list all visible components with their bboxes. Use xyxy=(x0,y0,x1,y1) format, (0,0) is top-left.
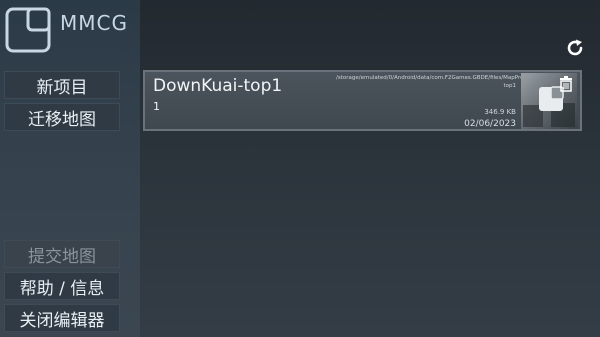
app-title: MMCG xyxy=(60,11,128,35)
map-card[interactable]: DownKuai-top1 1 /storage/emulated/0/Andr… xyxy=(143,70,582,131)
submit-map-button[interactable]: 提交地图 xyxy=(4,240,120,268)
map-description: 1 xyxy=(153,100,160,113)
delete-map-button[interactable] xyxy=(559,76,573,92)
app-logo-icon xyxy=(4,6,52,54)
map-path: /storage/emulated/0/Android/data/com.F2G… xyxy=(336,75,568,89)
map-date: 02/06/2023 xyxy=(464,119,516,129)
map-name: DownKuai-top1 xyxy=(153,76,283,96)
refresh-button[interactable] xyxy=(562,35,588,61)
close-editor-button[interactable]: 关闭编辑器 xyxy=(4,304,120,332)
map-thumbnail xyxy=(521,73,577,129)
refresh-icon xyxy=(567,39,583,56)
trash-icon xyxy=(560,76,572,92)
new-project-button[interactable]: 新项目 xyxy=(4,71,120,99)
help-info-button[interactable]: 帮助 / 信息 xyxy=(4,272,120,300)
map-size: 346.9 KB xyxy=(484,108,516,116)
migrate-map-button[interactable]: 迁移地图 xyxy=(4,103,120,131)
